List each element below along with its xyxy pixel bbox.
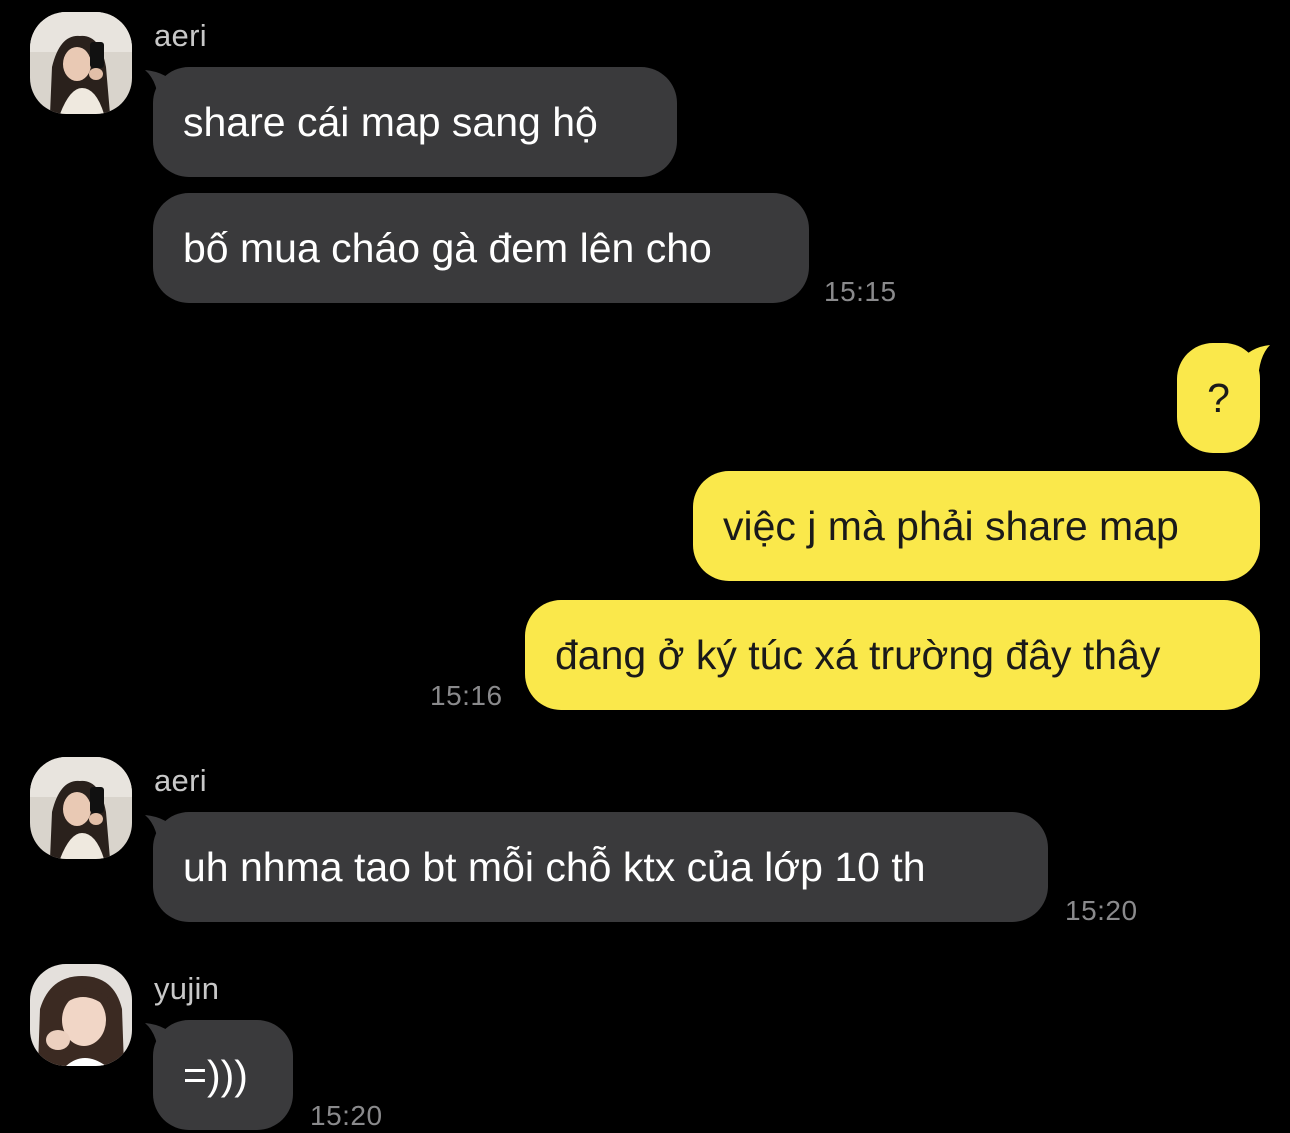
avatar-yujin[interactable] (30, 964, 132, 1066)
message-text: =))) (183, 1052, 248, 1098)
message-bubble-incoming[interactable]: bố mua cháo gà đem lên cho (153, 193, 809, 303)
message-bubble-outgoing[interactable]: đang ở ký túc xá trường đây thây (525, 600, 1260, 710)
message-timestamp: 15:20 (310, 1100, 383, 1131)
message-text: share cái map sang hộ (183, 99, 598, 145)
avatar-photo-icon (30, 757, 132, 859)
message-bubble-outgoing[interactable]: ? (1177, 343, 1260, 453)
sender-name: aeri (154, 763, 207, 798)
sender-name: aeri (154, 18, 207, 53)
avatar-photo-icon (30, 12, 132, 114)
message-text: bố mua cháo gà đem lên cho (183, 225, 712, 271)
message-text: ? (1207, 375, 1230, 421)
avatar-photo-icon (30, 964, 132, 1066)
avatar-aeri[interactable] (30, 757, 132, 859)
message-text: việc j mà phải share map (723, 503, 1179, 549)
message-text: đang ở ký túc xá trường đây thây (555, 632, 1161, 678)
avatar-aeri[interactable] (30, 12, 132, 114)
message-timestamp: 15:16 (430, 680, 503, 711)
message-text: uh nhma tao bt mỗi chỗ ktx của lớp 10 th (183, 844, 926, 890)
message-bubble-incoming[interactable]: =))) (153, 1020, 293, 1130)
message-timestamp: 15:20 (1065, 895, 1138, 926)
message-bubble-outgoing[interactable]: việc j mà phải share map (693, 471, 1260, 581)
sender-name: yujin (154, 971, 220, 1006)
message-bubble-incoming[interactable]: share cái map sang hộ (153, 67, 677, 177)
message-timestamp: 15:15 (824, 276, 897, 307)
message-bubble-incoming[interactable]: uh nhma tao bt mỗi chỗ ktx của lớp 10 th (153, 812, 1048, 922)
